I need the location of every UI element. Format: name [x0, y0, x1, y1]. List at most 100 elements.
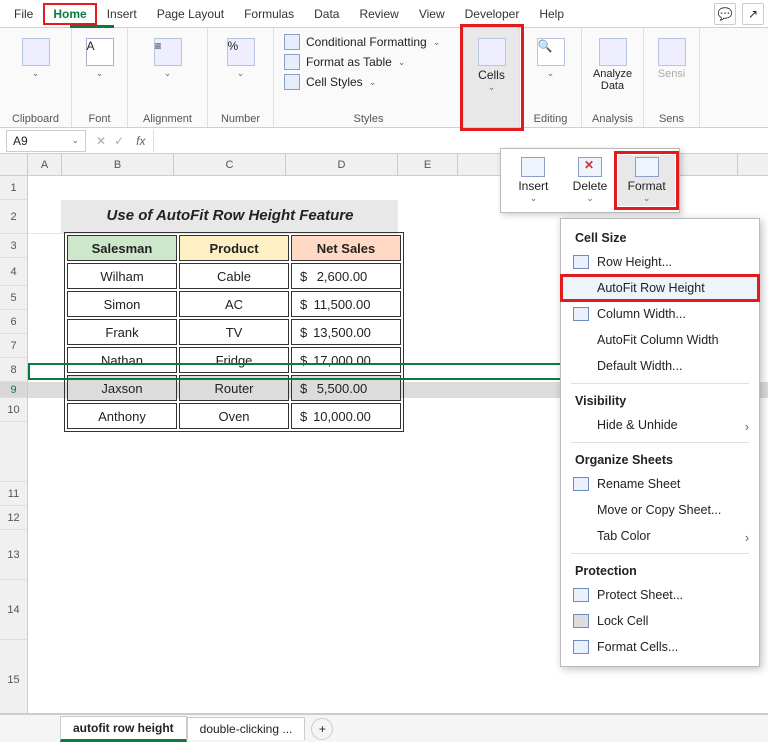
cell-styles-icon — [284, 74, 300, 90]
tab-developer[interactable]: Developer — [455, 3, 530, 25]
sheet-tab-other[interactable]: double-clicking ... — [187, 717, 306, 740]
conditional-formatting-button[interactable]: Conditional Formatting⌄ — [284, 34, 440, 50]
sensitivity-button[interactable]: Sensi — [652, 34, 692, 84]
tab-formulas[interactable]: Formulas — [234, 3, 304, 25]
row-head-14[interactable]: 14 — [0, 580, 28, 640]
cell-styles-label: Cell Styles — [306, 75, 363, 89]
tab-help[interactable]: Help — [529, 3, 574, 25]
row-head-4[interactable]: 4 — [0, 258, 28, 286]
row-head-10[interactable]: 10 — [0, 398, 28, 422]
tab-file[interactable]: File — [4, 3, 43, 25]
clipboard-button[interactable]: ⌄ — [16, 34, 56, 83]
cell[interactable]: $17,000.00 — [291, 347, 401, 373]
cell[interactable]: Simon — [67, 291, 177, 317]
insert-cells-button[interactable]: Insert⌄ — [505, 155, 562, 206]
cell[interactable]: Frank — [67, 319, 177, 345]
cell[interactable]: $10,000.00 — [291, 403, 401, 429]
menu-lock-cell[interactable]: Lock Cell — [561, 608, 759, 634]
row-head-9[interactable]: 9 — [0, 382, 28, 398]
col-head-E[interactable]: E — [398, 154, 458, 175]
dd2-cellsize-header: Cell Size — [561, 225, 759, 249]
select-all-corner[interactable] — [0, 154, 28, 175]
format-as-table-button[interactable]: Format as Table⌄ — [284, 54, 440, 70]
menu-column-width[interactable]: Column Width... — [561, 301, 759, 327]
font-button[interactable]: A⌄ — [80, 34, 120, 83]
sheet-tab-active[interactable]: autofit row height — [60, 716, 187, 742]
cell[interactable]: Cable — [179, 263, 289, 289]
cell-styles-button[interactable]: Cell Styles⌄ — [284, 74, 440, 90]
menu-autofit-row-height[interactable]: AutoFit Row Height — [561, 275, 759, 301]
menu-format-cells[interactable]: Format Cells... — [561, 634, 759, 660]
format-icon — [635, 157, 659, 177]
add-sheet-button[interactable]: + — [311, 718, 333, 740]
styles-label: Styles — [354, 113, 384, 125]
menu-rename-sheet[interactable]: Rename Sheet — [561, 471, 759, 497]
tab-page-layout[interactable]: Page Layout — [147, 3, 234, 25]
cell[interactable]: Oven — [179, 403, 289, 429]
fx-icon[interactable]: fx — [128, 134, 153, 148]
fx-cancel[interactable]: ✕ — [92, 134, 110, 148]
cell[interactable]: $11,500.00 — [291, 291, 401, 317]
cells-button[interactable]: Cells⌄ — [472, 34, 512, 97]
row-head-6[interactable]: 6 — [0, 310, 28, 334]
format-cells-button[interactable]: Format⌄ — [618, 155, 675, 206]
share-icon[interactable]: ↗ — [742, 3, 764, 25]
menu-move-copy-sheet[interactable]: Move or Copy Sheet... — [561, 497, 759, 523]
row-head-3[interactable]: 3 — [0, 234, 28, 258]
editing-label: Editing — [534, 113, 568, 125]
row-head-blank[interactable] — [0, 422, 28, 482]
tab-review[interactable]: Review — [349, 3, 408, 25]
analyze-data-button[interactable]: Analyze Data — [587, 34, 638, 96]
row-head-5[interactable]: 5 — [0, 286, 28, 310]
fmt-table-label: Format as Table — [306, 55, 392, 69]
row-head-11[interactable]: 11 — [0, 482, 28, 506]
comments-icon[interactable]: 💬 — [714, 3, 736, 25]
cell[interactable]: $13,500.00 — [291, 319, 401, 345]
cond-fmt-label: Conditional Formatting — [306, 35, 427, 49]
row-head-13[interactable]: 13 — [0, 530, 28, 580]
row-head-8[interactable]: 8 — [0, 358, 28, 382]
cell[interactable]: Anthony — [67, 403, 177, 429]
sens-label: Sens — [659, 113, 684, 125]
row-head-12[interactable]: 12 — [0, 506, 28, 530]
menu-row-height[interactable]: Row Height... — [561, 249, 759, 275]
menu-hide-unhide[interactable]: Hide & Unhide› — [561, 412, 759, 438]
number-button[interactable]: %⌄ — [221, 34, 261, 83]
rowh-icon — [573, 255, 589, 269]
cell[interactable]: $2,600.00 — [291, 263, 401, 289]
cell[interactable]: AC — [179, 291, 289, 317]
fx-enter[interactable]: ✓ — [110, 134, 128, 148]
menu-autofit-column-width[interactable]: AutoFit Column Width — [561, 327, 759, 353]
sheet-title: Use of AutoFit Row Height Feature — [62, 200, 398, 234]
col-head-D[interactable]: D — [286, 154, 398, 175]
cell[interactable]: Jaxson — [67, 375, 177, 401]
col-netsales: Net Sales — [291, 235, 401, 261]
tab-insert[interactable]: Insert — [97, 3, 147, 25]
menu-tab-color[interactable]: Tab Color› — [561, 523, 759, 549]
cell[interactable]: Router — [179, 375, 289, 401]
cell[interactable]: Nathan — [67, 347, 177, 373]
menu-protect-sheet[interactable]: Protect Sheet... — [561, 582, 759, 608]
name-box[interactable]: A9⌄ — [6, 130, 86, 152]
tab-data[interactable]: Data — [304, 3, 349, 25]
col-head-A[interactable]: A — [28, 154, 62, 175]
row-head-1[interactable]: 1 — [0, 176, 28, 200]
col-head-C[interactable]: C — [174, 154, 286, 175]
cell[interactable]: Wilham — [67, 263, 177, 289]
cell[interactable]: Fridge — [179, 347, 289, 373]
delete-cells-button[interactable]: Delete⌄ — [562, 155, 619, 206]
row-head-2[interactable]: 2 — [0, 200, 28, 234]
editing-button[interactable]: 🔍⌄ — [531, 34, 571, 83]
col-head-B[interactable]: B — [62, 154, 174, 175]
alignment-button[interactable]: ≡⌄ — [148, 34, 188, 83]
tab-view[interactable]: View — [409, 3, 455, 25]
row-head-7[interactable]: 7 — [0, 334, 28, 358]
name-box-value: A9 — [13, 134, 28, 148]
cell[interactable]: $5,500.00 — [291, 375, 401, 401]
tab-home[interactable]: Home — [43, 3, 96, 25]
sensi-label: Sensi — [658, 68, 686, 80]
menu-default-width[interactable]: Default Width... — [561, 353, 759, 379]
row-head-15[interactable]: 15 — [0, 640, 28, 714]
sheet-tabs: autofit row height double-clicking ... + — [0, 714, 768, 742]
cell[interactable]: TV — [179, 319, 289, 345]
